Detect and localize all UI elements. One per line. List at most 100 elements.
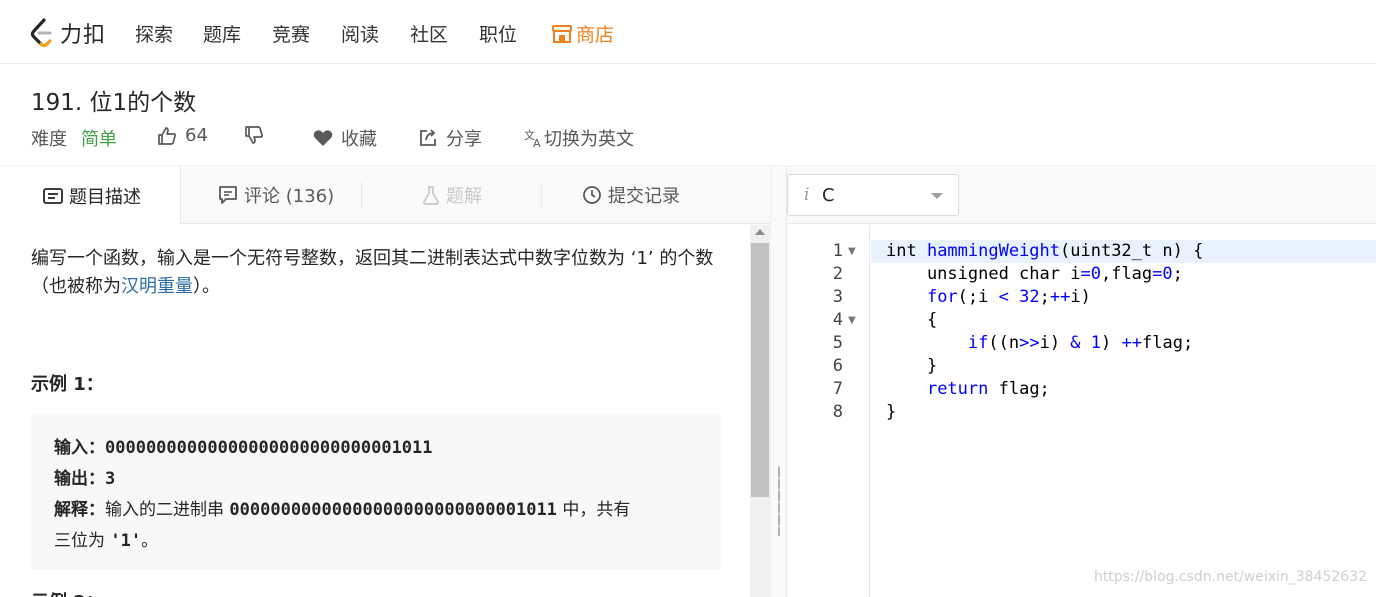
tab-comments-label: 评论 (136) [244,186,335,207]
brand-name: 力扣 [60,23,107,48]
language-select[interactable]: i C [787,174,959,216]
line-number: 3 [832,287,843,307]
flask-icon [423,186,439,205]
code-line: { [886,310,938,330]
line-number-gutter: 1 ▼ 2 3 4 ▼ 5 6 7 8 [787,225,870,597]
top-navbar: 力扣 探索 题库 竞赛 阅读 社区 职位 商店 [0,0,1376,64]
chevron-down-icon [931,193,943,199]
nav-discuss[interactable]: 社区 [410,20,448,47]
share-icon [420,129,436,146]
input-label: 输入： [54,438,105,458]
code-line: } [886,356,938,376]
example-2-title: 示例 2： [31,588,104,597]
favorite-label: 收藏 [341,129,377,150]
tab-solutions[interactable]: 题解 [422,166,482,224]
fold-arrow-icon[interactable]: ▼ [848,315,856,326]
code-line: unsigned char i=0,flag=0; [886,264,1183,284]
nav-explore[interactable]: 探索 [135,20,173,47]
store-icon [552,24,572,43]
difficulty: 难度 简单 [31,125,117,151]
dislike-button[interactable] [244,125,272,145]
code-editor[interactable]: int hammingWeight(uint32_t n) { unsigned… [871,225,1376,597]
watermark: https://blog.csdn.net/weixin_38452632 [1094,569,1368,585]
thumbs-up-icon [158,126,176,145]
tab-submissions-label: 提交记录 [608,186,680,207]
example-input: 输入：00000000000000000000000000001011 [54,433,433,458]
explain-text: 中，共有 [556,500,631,520]
example-output: 输出：3 [54,464,115,489]
like-button[interactable]: 64 [157,125,208,146]
output-value: 3 [105,469,116,489]
favorite-button[interactable]: 收藏 [313,125,377,151]
leetcode-logo-icon [30,18,52,48]
line-number: 2 [832,264,843,284]
difficulty-value: 简单 [81,129,117,150]
difficulty-label: 难度 [31,129,67,150]
example-explanation-cont: 三位为 '1'。 [54,526,158,551]
output-label: 输出： [54,469,105,489]
share-label: 分享 [446,129,482,150]
like-count: 64 [185,125,208,146]
nav-store-label: 商店 [576,24,615,46]
svg-text:A: A [533,137,541,148]
explain-text: 输入的二进制串 [105,500,230,520]
logo[interactable]: 力扣 [30,18,106,48]
line-number: 6 [832,356,843,376]
scroll-up-arrow-icon[interactable] [755,229,765,235]
switch-language-label: 切换为英文 [544,129,634,150]
scrollbar-thumb[interactable] [751,243,769,497]
line-number: 1 [832,241,843,261]
comment-icon [219,186,237,204]
code-line: for(;i < 32;++i) [926,287,1091,307]
editor-toolbar: i C [787,166,1376,224]
description-icon [43,187,63,204]
tab-submissions[interactable]: 提交记录 [582,166,680,224]
code-line: } [886,402,897,422]
code-line: if((n>>i) & 1) ++flag; [967,333,1194,353]
line-number: 8 [832,402,843,422]
description-scrollbar[interactable] [750,225,770,597]
description-text-part: ）。 [193,276,220,297]
nav-store[interactable]: 商店 [551,20,614,47]
description-text: 编写一个函数，输入是一个无符号整数，返回其二进制表达式中数字位数为 ‘1’ 的个… [31,245,721,301]
pane-splitter[interactable] [770,166,787,597]
drag-handle-icon[interactable] [778,466,780,536]
nav-contest[interactable]: 竞赛 [272,20,310,47]
problem-tabs: 题目描述 评论 (136) 题解 提交记录 [0,166,770,225]
info-icon: i [804,185,810,205]
explain-quote: '1' [110,531,142,551]
tab-solutions-label: 题解 [446,186,482,207]
input-value: 00000000000000000000000000001011 [105,438,433,458]
hamming-weight-link[interactable]: 汉明重量 [121,276,193,297]
question-header: 191. 位1的个数 难度 简单 64 收藏 分享 文 A 切换为英文 [0,65,1376,165]
example-explanation: 解释：输入的二进制串 00000000000000000000000000001… [54,495,630,520]
code-line: return flag; [926,379,1050,399]
example-1-box: 输入：00000000000000000000000000001011 输出：3… [31,414,721,569]
line-number: 4 [832,310,843,330]
clock-icon [583,186,601,204]
explain-bits: 00000000000000000000000000001011 [229,500,557,520]
nav-articles[interactable]: 阅读 [341,20,379,47]
nav-jobs[interactable]: 职位 [479,20,517,47]
tab-description[interactable]: 题目描述 [0,166,181,225]
switch-language-button[interactable]: 文 A 切换为英文 [524,125,634,151]
line-number: 7 [832,379,843,399]
tab-comments[interactable]: 评论 (136) [218,166,334,224]
question-title: 191. 位1的个数 [31,90,197,116]
problem-description: 编写一个函数，输入是一个无符号整数，返回其二进制表达式中数字位数为 ‘1’ 的个… [0,225,750,597]
tab-separator [541,182,542,208]
explain-text: 三位为 [54,531,111,551]
heart-icon [313,130,333,146]
nav-problemset[interactable]: 题库 [203,20,241,47]
code-line: int hammingWeight(uint32_t n) { [886,241,1204,261]
fold-arrow-icon[interactable]: ▼ [848,246,856,257]
language-value: C [822,185,835,206]
thumbs-down-icon [245,126,263,144]
explain-label: 解释： [54,500,105,520]
explain-text: 。 [141,531,159,551]
line-number: 5 [832,333,843,353]
example-1-title: 示例 1： [31,374,104,395]
translate-icon: 文 A [524,128,541,148]
share-button[interactable]: 分享 [418,125,482,151]
tab-separator [361,182,362,208]
